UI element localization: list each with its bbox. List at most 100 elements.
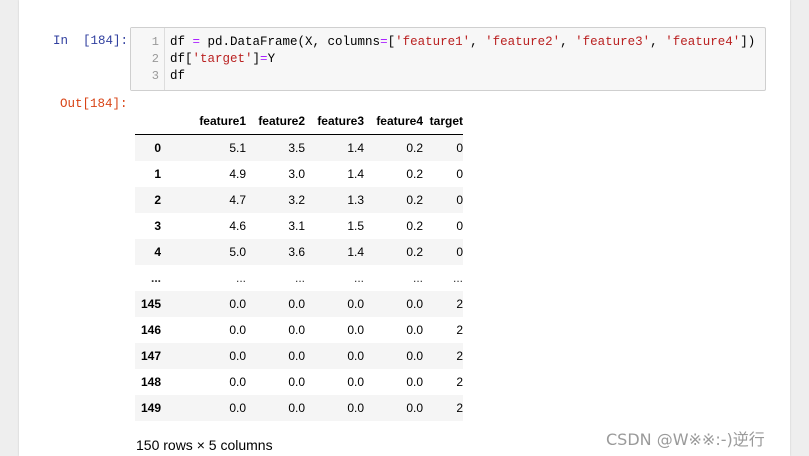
code-token: pd.DataFrame(X, columns bbox=[200, 35, 381, 49]
table-cell: 0.0 bbox=[229, 375, 246, 389]
row-index: 0 bbox=[154, 141, 161, 155]
input-prompt: In [184]: bbox=[53, 34, 129, 48]
operator-token: = bbox=[192, 35, 201, 49]
previous-output-clipped bbox=[19, 0, 790, 6]
string-token: 'target' bbox=[192, 52, 253, 66]
row-index: 147 bbox=[140, 349, 161, 363]
table-row: 0 5.1 3.5 1.4 0.2 0 bbox=[135, 134, 463, 161]
table-cell: 2 bbox=[456, 401, 463, 415]
code-token: , bbox=[560, 35, 576, 49]
operator-token: = bbox=[380, 35, 388, 49]
table-body: 0 5.1 3.5 1.4 0.2 0 1 4.9 3.0 1.4 0.2 0 2 4.7 3.2 1.3 0.… bbox=[135, 134, 463, 421]
table-cell: 0.0 bbox=[406, 349, 423, 363]
table-cell: 2 bbox=[456, 349, 463, 363]
row-index: 4 bbox=[154, 245, 161, 259]
table-cell: 0.2 bbox=[406, 245, 423, 259]
table-cell: 1.4 bbox=[347, 245, 364, 259]
code-token: ] bbox=[252, 52, 261, 66]
column-header: feature3 bbox=[305, 107, 364, 135]
line-number: 2 bbox=[151, 52, 159, 66]
code-token: , bbox=[650, 35, 666, 49]
table-cell: 0.0 bbox=[406, 323, 423, 337]
operator-token: = bbox=[260, 52, 268, 66]
notebook-page: In [184]: 1 2 3 df = pd.DataFrame(X, col… bbox=[19, 0, 790, 456]
string-token: 'feature4' bbox=[665, 35, 741, 49]
table-cell: 0.0 bbox=[347, 375, 364, 389]
code-token: df bbox=[170, 35, 193, 49]
table-cell: 0.0 bbox=[288, 375, 305, 389]
table-cell: 0 bbox=[456, 193, 463, 207]
row-index: 145 bbox=[140, 297, 161, 311]
table-cell: ... bbox=[353, 271, 364, 285]
code-lines[interactable]: df = pd.DataFrame(X, columns=['feature1'… bbox=[170, 34, 755, 85]
table-cell: 0.0 bbox=[347, 349, 364, 363]
code-line-1[interactable]: df = pd.DataFrame(X, columns=['feature1'… bbox=[170, 34, 755, 51]
watermark: CSDN @W※※:-)逆行 bbox=[606, 430, 765, 449]
string-token: 'feature2' bbox=[485, 35, 561, 49]
row-index: 2 bbox=[154, 193, 161, 207]
table-cell: ... bbox=[294, 271, 305, 285]
table-cell: 0.0 bbox=[229, 323, 246, 337]
table-cell: 0.0 bbox=[288, 349, 305, 363]
table-cell: 0.0 bbox=[406, 401, 423, 415]
dataframe-table: feature1 feature2 feature3 feature4 targ… bbox=[135, 107, 463, 421]
column-header: feature1 bbox=[161, 107, 246, 135]
table-cell: 5.1 bbox=[229, 141, 246, 155]
table-cell: ... bbox=[452, 271, 463, 285]
table-cell: 5.0 bbox=[229, 245, 246, 259]
table-cell: 0.0 bbox=[288, 401, 305, 415]
table-cell: 0 bbox=[456, 219, 463, 233]
table-cell: 2 bbox=[456, 297, 463, 311]
code-cell-editor[interactable]: 1 2 3 df = pd.DataFrame(X, columns=['fea… bbox=[130, 27, 766, 91]
table-cell: 3.0 bbox=[288, 167, 305, 181]
line-number-gutter: 1 2 3 bbox=[131, 28, 165, 90]
column-header: feature2 bbox=[246, 107, 305, 135]
table-cell: 0.0 bbox=[229, 401, 246, 415]
string-token: 'feature1' bbox=[395, 35, 471, 49]
dataframe-shape-text: 150 rows × 5 columns bbox=[136, 437, 273, 453]
table-cell: 3.6 bbox=[288, 245, 305, 259]
row-index: 3 bbox=[154, 219, 161, 233]
table-cell: 0.0 bbox=[406, 297, 423, 311]
table-cell: 4.9 bbox=[229, 167, 246, 181]
code-line-2[interactable]: df['target']=Y bbox=[170, 51, 755, 68]
line-number: 3 bbox=[151, 69, 159, 83]
code-token: ]) bbox=[740, 35, 756, 49]
table-row: 3 4.6 3.1 1.5 0.2 0 bbox=[135, 213, 463, 239]
table-cell: 3.5 bbox=[288, 141, 305, 155]
column-header: target bbox=[423, 107, 463, 135]
table-cell: 0 bbox=[456, 245, 463, 259]
table-cell: 0.2 bbox=[406, 219, 423, 233]
table-cell: 1.5 bbox=[347, 219, 364, 233]
table-row: 146 0.0 0.0 0.0 0.0 2 bbox=[135, 317, 463, 343]
table-cell: 1.3 bbox=[347, 193, 364, 207]
table-cell: 1.4 bbox=[347, 141, 364, 155]
table-cell: ... bbox=[412, 271, 423, 285]
table-header-row: feature1 feature2 feature3 feature4 targ… bbox=[135, 107, 463, 135]
table-cell: 4.6 bbox=[229, 219, 246, 233]
code-token: df[ bbox=[170, 52, 193, 66]
table-cell: 0.0 bbox=[406, 375, 423, 389]
code-token: , bbox=[470, 35, 486, 49]
table-row: 145 0.0 0.0 0.0 0.0 2 bbox=[135, 291, 463, 317]
row-index: 1 bbox=[154, 167, 161, 181]
table-cell: 0.0 bbox=[288, 323, 305, 337]
table-cell: 3.2 bbox=[288, 193, 305, 207]
table-row: 148 0.0 0.0 0.0 0.0 2 bbox=[135, 369, 463, 395]
column-header: feature4 bbox=[364, 107, 423, 135]
table-row: 149 0.0 0.0 0.0 0.0 2 bbox=[135, 395, 463, 421]
table-cell: 0.2 bbox=[406, 193, 423, 207]
table-cell: 0.0 bbox=[229, 297, 246, 311]
table-cell: 0 bbox=[456, 141, 463, 155]
table-cell: 0.0 bbox=[347, 297, 364, 311]
table-cell: 0.0 bbox=[288, 297, 305, 311]
table-cell: 3.1 bbox=[288, 219, 305, 233]
table-row: 2 4.7 3.2 1.3 0.2 0 bbox=[135, 187, 463, 213]
row-index: 149 bbox=[140, 401, 161, 415]
code-line-3[interactable]: df bbox=[170, 68, 755, 85]
table-cell: 0.0 bbox=[347, 401, 364, 415]
table-cell: 2 bbox=[456, 375, 463, 389]
table-cell: 1.4 bbox=[347, 167, 364, 181]
table-cell: 0.2 bbox=[406, 141, 423, 155]
table-cell: ... bbox=[235, 271, 246, 285]
